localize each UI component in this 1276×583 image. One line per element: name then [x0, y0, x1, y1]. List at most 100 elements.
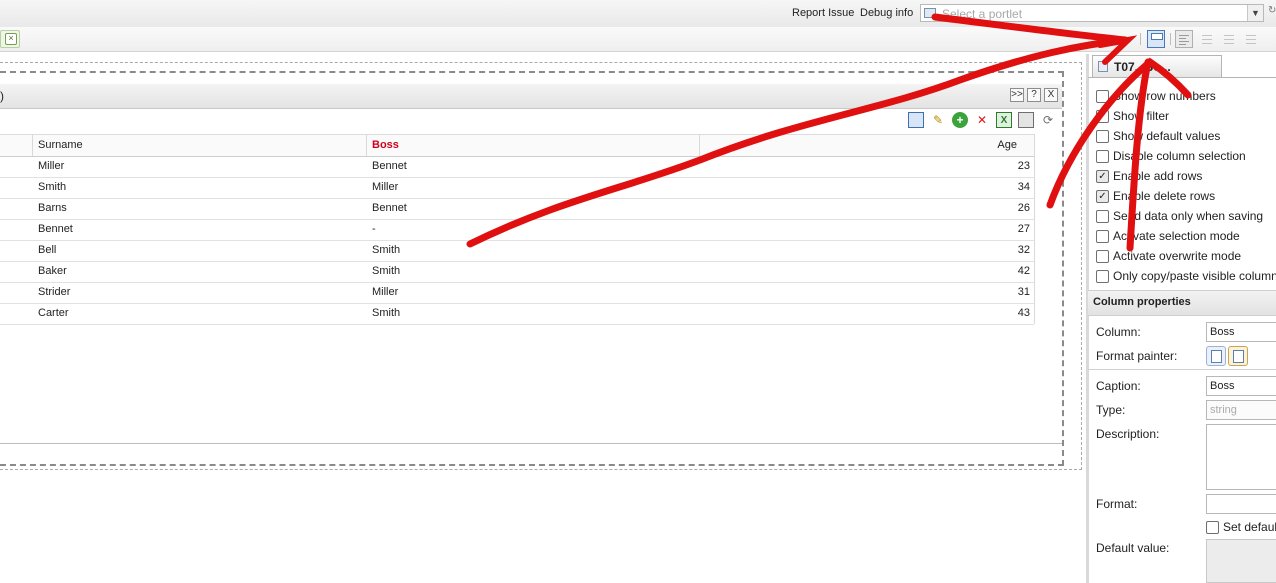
tab-label: T07...Bo... [1114, 60, 1171, 74]
table-row[interactable]: Barns Bennet 26 [0, 198, 1034, 220]
copy-format-icon[interactable] [1206, 346, 1226, 366]
cell-surname[interactable]: Bell [38, 244, 56, 256]
cell-boss[interactable]: Miller [372, 181, 398, 193]
cell-boss[interactable]: - [372, 223, 376, 235]
checkbox[interactable] [1096, 90, 1109, 103]
description-field[interactable] [1206, 424, 1276, 490]
cell-surname[interactable]: Bennet [38, 223, 73, 235]
table-row[interactable]: Smith Miller 34 [0, 177, 1034, 199]
checkbox[interactable] [1096, 270, 1109, 283]
default-value-label: Default value: [1096, 541, 1170, 555]
cell-boss[interactable]: Smith [372, 265, 400, 277]
section-title: Column properties [1093, 296, 1191, 308]
caption-field[interactable]: Boss [1206, 376, 1276, 396]
align-left-icon[interactable] [1175, 30, 1193, 48]
column-select[interactable]: Boss [1206, 322, 1276, 342]
cell-surname[interactable]: Carter [38, 307, 69, 319]
close-icon: × [5, 33, 17, 45]
type-label: Type: [1096, 403, 1126, 417]
top-bar: Report Issue Debug info Select a portlet… [0, 0, 1276, 28]
debug-info-link[interactable]: Debug info [860, 7, 913, 19]
column-properties-header: Column properties [1088, 290, 1276, 316]
edit-icon[interactable]: ✎ [930, 112, 946, 128]
chevron-down-icon[interactable]: ▼ [1247, 5, 1263, 21]
set-default-label: Set default [1223, 520, 1276, 534]
align-center-icon[interactable] [1199, 30, 1217, 48]
close-icon[interactable]: X [1044, 88, 1058, 102]
secondary-toolbar: × [0, 27, 1276, 52]
tab-underline [1088, 77, 1276, 78]
tab-portlet-properties[interactable]: T07...Bo... [1092, 55, 1222, 77]
option-label: Show filter [1113, 109, 1170, 123]
refresh-icon[interactable]: ↻ [1268, 5, 1276, 19]
checkbox[interactable]: ✓ [1096, 190, 1109, 203]
format-painter-label: Format painter: [1096, 349, 1178, 363]
column-header-boss[interactable]: Boss [372, 139, 399, 151]
save-icon[interactable] [1147, 30, 1165, 48]
delete-icon[interactable]: ✕ [974, 112, 990, 128]
cell-surname[interactable]: Barns [38, 202, 67, 214]
report-issue-link[interactable]: Report Issue [792, 7, 854, 19]
table-row[interactable]: Miller Bennet 23 [0, 156, 1034, 178]
cell-age[interactable]: 32 [1018, 244, 1030, 256]
table-row[interactable]: Bennet - 27 [0, 219, 1034, 241]
option-label: Only copy/paste visible columns [1113, 269, 1276, 283]
refresh-icon[interactable]: ⟳ [1040, 112, 1056, 128]
add-row-icon[interactable]: + [952, 112, 968, 128]
cell-boss[interactable]: Bennet [372, 202, 407, 214]
cell-boss[interactable]: Bennet [372, 160, 407, 172]
table-row[interactable]: Carter Smith 43 [0, 303, 1034, 325]
print-icon[interactable] [1018, 112, 1034, 128]
format-field[interactable] [1206, 494, 1276, 514]
portlet-title: ) [0, 89, 4, 103]
checkbox[interactable] [1096, 230, 1109, 243]
column-separator [32, 135, 33, 156]
cell-surname[interactable]: Baker [38, 265, 67, 277]
caption-label: Caption: [1096, 379, 1141, 393]
set-default-checkbox[interactable] [1206, 521, 1219, 534]
option-label: Activate selection mode [1113, 229, 1240, 243]
cell-boss[interactable]: Miller [372, 286, 398, 298]
checkbox[interactable] [1096, 110, 1109, 123]
cell-boss[interactable]: Smith [372, 244, 400, 256]
column-header-surname[interactable]: Surname [38, 139, 83, 151]
column-label: Column: [1096, 325, 1141, 339]
table-row[interactable]: Bell Smith 32 [0, 240, 1034, 262]
cell-age[interactable]: 27 [1018, 223, 1030, 235]
cell-age[interactable]: 42 [1018, 265, 1030, 277]
checkbox[interactable] [1096, 150, 1109, 163]
portlet-select[interactable]: Select a portlet ▼ [920, 4, 1264, 22]
excel-export-icon[interactable]: X [996, 112, 1012, 128]
cell-age[interactable]: 31 [1018, 286, 1030, 298]
cell-surname[interactable]: Strider [38, 286, 70, 298]
tab-close-button[interactable]: × [0, 30, 20, 48]
option-label: Activate overwrite mode [1113, 249, 1242, 263]
align-right-icon[interactable] [1221, 30, 1239, 48]
expand-icon[interactable]: >> [1010, 88, 1024, 102]
save-icon[interactable] [908, 112, 924, 128]
checkbox[interactable] [1096, 210, 1109, 223]
align-justify-icon[interactable] [1243, 30, 1261, 48]
cell-surname[interactable]: Smith [38, 181, 66, 193]
portlet-icon [924, 8, 936, 18]
cell-surname[interactable]: Miller [38, 160, 64, 172]
cell-age[interactable]: 23 [1018, 160, 1030, 172]
checkbox[interactable] [1096, 250, 1109, 263]
cell-age[interactable]: 26 [1018, 202, 1030, 214]
table-header-row: Surname Boss Age [0, 134, 1035, 157]
option-label: Show default values [1113, 129, 1221, 143]
cell-boss[interactable]: Smith [372, 307, 400, 319]
table-row[interactable]: Strider Miller 31 [0, 282, 1034, 304]
checkbox[interactable] [1096, 130, 1109, 143]
portlet-header: ) >> ? X [0, 84, 1062, 109]
option-label: Enable add rows [1113, 169, 1203, 183]
cell-age[interactable]: 43 [1018, 307, 1030, 319]
paste-format-icon[interactable] [1228, 346, 1248, 366]
default-value-field[interactable] [1206, 539, 1276, 583]
toolbar-separator [1140, 33, 1141, 45]
table-row[interactable]: Baker Smith 42 [0, 261, 1034, 283]
checkbox[interactable]: ✓ [1096, 170, 1109, 183]
help-icon[interactable]: ? [1027, 88, 1041, 102]
column-header-age[interactable]: Age [997, 139, 1017, 151]
cell-age[interactable]: 34 [1018, 181, 1030, 193]
